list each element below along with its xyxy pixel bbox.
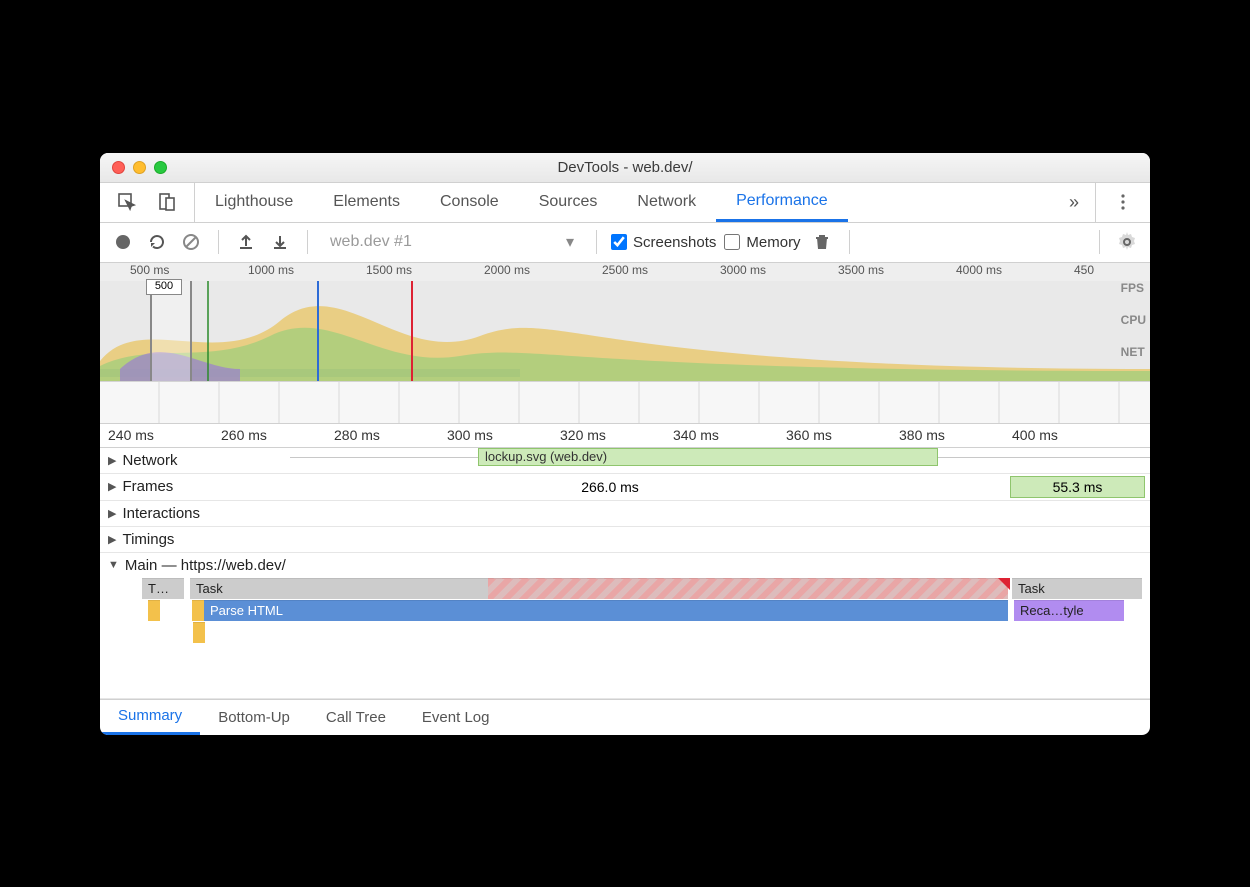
- detail-tick: 240 ms: [108, 427, 154, 443]
- kebab-menu-icon[interactable]: [1110, 189, 1136, 215]
- disclosure-triangle-icon[interactable]: ▶: [108, 454, 116, 467]
- frame-bar[interactable]: 55.3 ms: [1010, 476, 1145, 498]
- flame-task[interactable]: T…: [142, 578, 184, 599]
- overview-tick: 2500 ms: [602, 263, 648, 277]
- tab-console[interactable]: Console: [420, 183, 519, 222]
- disclosure-triangle-icon[interactable]: ▼: [108, 559, 119, 571]
- disclosure-triangle-icon[interactable]: ▶: [108, 480, 116, 493]
- timings-track[interactable]: ▶ Timings: [100, 527, 1150, 553]
- reload-record-icon[interactable]: [144, 229, 170, 255]
- clear-icon[interactable]: [178, 229, 204, 255]
- device-toggle-icon[interactable]: [154, 189, 180, 215]
- details-tab-event log[interactable]: Event Log: [404, 700, 508, 735]
- flame-script[interactable]: [193, 622, 205, 643]
- overview-tick: 500 ms: [130, 263, 169, 277]
- panel-tabbar: LighthouseElementsConsoleSourcesNetworkP…: [100, 183, 1150, 223]
- settings-gear-icon[interactable]: [1114, 229, 1140, 255]
- disclosure-triangle-icon[interactable]: ▶: [108, 533, 116, 546]
- overview-tick: 4000 ms: [956, 263, 1002, 277]
- disclosure-triangle-icon[interactable]: ▶: [108, 507, 116, 520]
- dropdown-icon: ▾: [566, 232, 574, 252]
- tab-performance[interactable]: Performance: [716, 183, 848, 222]
- detail-tick: 400 ms: [1012, 427, 1058, 443]
- flame-task-long[interactable]: [488, 578, 1008, 599]
- details-tab-bottom-up[interactable]: Bottom-Up: [200, 700, 308, 735]
- inspect-element-icon[interactable]: [114, 189, 140, 215]
- overview-tick: 2000 ms: [484, 263, 530, 277]
- memory-checkbox[interactable]: Memory: [724, 234, 800, 251]
- flame-recalc-style[interactable]: Reca…tyle: [1014, 600, 1124, 621]
- detail-tick: 340 ms: [673, 427, 719, 443]
- garbage-collect-icon[interactable]: [809, 229, 835, 255]
- detail-tick: 360 ms: [786, 427, 832, 443]
- record-icon[interactable]: [110, 229, 136, 255]
- frames-track[interactable]: ▶ Frames 266.0 ms 55.3 ms: [100, 474, 1150, 501]
- detail-tick: 300 ms: [447, 427, 493, 443]
- detail-tick: 280 ms: [334, 427, 380, 443]
- overview-tick: 3500 ms: [838, 263, 884, 277]
- interactions-track[interactable]: ▶ Interactions: [100, 501, 1150, 527]
- overview-selection-handle[interactable]: 500: [146, 279, 182, 295]
- screenshots-checkbox[interactable]: Screenshots: [611, 234, 716, 251]
- main-track[interactable]: ▼ Main — https://web.dev/ T… Task Task P…: [100, 553, 1150, 699]
- overview-tick: 1500 ms: [366, 263, 412, 277]
- flame-chart[interactable]: T… Task Task Parse HTML Reca…tyle: [100, 578, 1150, 698]
- details-tabbar: SummaryBottom-UpCall TreeEvent Log: [100, 699, 1150, 735]
- tab-elements[interactable]: Elements: [313, 183, 420, 222]
- detail-tick: 260 ms: [221, 427, 267, 443]
- network-track[interactable]: ▶ Network lockup.svg (web.dev): [100, 448, 1150, 474]
- window-title: DevTools - web.dev/: [100, 159, 1150, 176]
- flame-script[interactable]: [148, 600, 160, 621]
- flame-task[interactable]: Task: [1012, 578, 1142, 599]
- more-tabs-icon[interactable]: »: [1061, 189, 1087, 215]
- titlebar: DevTools - web.dev/: [100, 153, 1150, 183]
- detail-tick: 380 ms: [899, 427, 945, 443]
- save-profile-icon[interactable]: [267, 229, 293, 255]
- overview-tick: 1000 ms: [248, 263, 294, 277]
- overview-selection[interactable]: 500: [150, 281, 192, 381]
- flame-task[interactable]: Task: [190, 578, 488, 599]
- performance-toolbar: web.dev #1 ▾ Screenshots Memory: [100, 223, 1150, 263]
- frame-bar[interactable]: 266.0 ms: [210, 476, 1010, 498]
- overview-screenshots[interactable]: [100, 381, 1150, 423]
- flame-script[interactable]: [192, 600, 204, 621]
- details-tab-summary[interactable]: Summary: [100, 700, 200, 735]
- tab-network[interactable]: Network: [617, 183, 716, 222]
- overview-tick: 3000 ms: [720, 263, 766, 277]
- details-tab-call tree[interactable]: Call Tree: [308, 700, 404, 735]
- timeline-ruler[interactable]: 240 ms 260 ms 280 ms 300 ms 320 ms 340 ms 360 …: [100, 424, 1150, 448]
- tracks-pane[interactable]: ▶ Network lockup.svg (web.dev) ▶ Frames: [100, 448, 1150, 699]
- devtools-window: DevTools - web.dev/ LighthouseElementsCo…: [100, 153, 1150, 735]
- detail-tick: 320 ms: [560, 427, 606, 443]
- profile-name: web.dev #1: [330, 233, 412, 251]
- profile-selector[interactable]: web.dev #1 ▾: [322, 232, 582, 252]
- tab-sources[interactable]: Sources: [519, 183, 618, 222]
- network-request-bar[interactable]: lockup.svg (web.dev): [478, 448, 938, 466]
- load-profile-icon[interactable]: [233, 229, 259, 255]
- flame-parse-html[interactable]: Parse HTML: [204, 600, 1008, 621]
- tab-lighthouse[interactable]: Lighthouse: [195, 183, 313, 222]
- overview-pane[interactable]: 500 ms 1000 ms 1500 ms 2000 ms 2500 ms 3000 m…: [100, 263, 1150, 424]
- overview-tick: 450: [1074, 263, 1094, 277]
